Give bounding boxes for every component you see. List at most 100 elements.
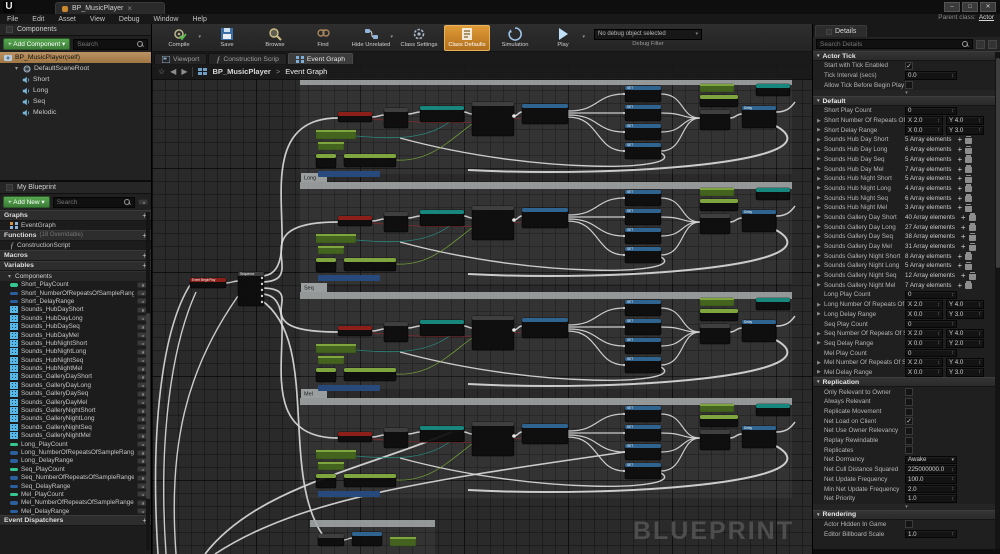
maximize-button[interactable]: □ bbox=[962, 2, 978, 12]
components-search-input[interactable] bbox=[77, 41, 137, 48]
checkbox[interactable] bbox=[905, 388, 913, 396]
compile-button[interactable]: Compile▾ bbox=[156, 25, 202, 51]
tab-event-graph[interactable]: Event Graph bbox=[288, 53, 353, 64]
tab-construction-script[interactable]: ƒ Construction Scrip bbox=[208, 53, 287, 64]
expander-icon[interactable]: ▶ bbox=[817, 195, 822, 201]
forward-arrow-icon[interactable]: ▶ bbox=[181, 67, 187, 76]
number-field[interactable]: 2.0↕ bbox=[905, 485, 957, 494]
variable-row[interactable]: Sounds_HubNightShort bbox=[0, 339, 151, 347]
x-field[interactable]: X 0.0↕ bbox=[905, 368, 943, 377]
spinner-icon[interactable]: ↕ bbox=[951, 486, 954, 492]
expander-icon[interactable]: ▶ bbox=[817, 224, 822, 230]
dropdown-caret-icon[interactable]: ▾ bbox=[198, 34, 201, 40]
spinner-icon[interactable]: ↕ bbox=[951, 467, 954, 473]
breadcrumb-page[interactable]: Event Graph bbox=[285, 67, 327, 76]
add-new-button[interactable]: + Add New ▾ bbox=[3, 196, 50, 208]
checkbox[interactable]: ✓ bbox=[905, 417, 913, 425]
variable-row[interactable]: Mel_PlayCount bbox=[0, 490, 151, 498]
array-clear-icon[interactable] bbox=[965, 204, 972, 212]
y-field[interactable]: Y 2.0↕ bbox=[946, 339, 984, 348]
my-blueprint-scrollbar[interactable] bbox=[146, 212, 150, 550]
variable-row[interactable]: Sounds_HubNightMel bbox=[0, 364, 151, 372]
expander-icon[interactable]: ▶ bbox=[817, 282, 822, 288]
component-melodic[interactable]: Melodic bbox=[0, 107, 151, 118]
array-add-icon[interactable]: + bbox=[961, 213, 966, 222]
checkbox[interactable] bbox=[905, 427, 913, 435]
variable-row[interactable]: Sounds_HubDayShort bbox=[0, 306, 151, 314]
y-field[interactable]: Y 3.0↕ bbox=[946, 310, 984, 319]
variable-row[interactable]: Sounds_GalleryNightShort bbox=[0, 406, 151, 414]
expander-icon[interactable]: ▶ bbox=[817, 176, 822, 182]
array-add-icon[interactable]: + bbox=[961, 271, 966, 280]
spinner-icon[interactable]: ↕ bbox=[937, 118, 940, 124]
spinner-icon[interactable]: ↕ bbox=[951, 350, 954, 356]
spinner-icon[interactable]: ↕ bbox=[978, 302, 981, 308]
menu-window[interactable]: Window bbox=[147, 16, 186, 23]
menu-view[interactable]: View bbox=[83, 16, 112, 23]
component-short[interactable]: Short bbox=[0, 74, 151, 85]
expander-icon[interactable]: ▶ bbox=[817, 214, 822, 220]
array-add-icon[interactable]: + bbox=[961, 242, 966, 251]
spinner-icon[interactable]: ↕ bbox=[937, 302, 940, 308]
macros-section-header[interactable]: Macros+ bbox=[0, 250, 151, 261]
component-bp-musicplayer-self-[interactable]: BP_MusicPlayer(self) bbox=[0, 52, 151, 63]
variables-category-components[interactable]: ▾Components bbox=[0, 271, 151, 281]
expander-icon[interactable]: ▶ bbox=[817, 127, 822, 133]
array-add-icon[interactable]: + bbox=[957, 165, 962, 174]
variable-row[interactable]: Sounds_GalleryDayShort bbox=[0, 373, 151, 381]
view-options-icon[interactable] bbox=[988, 40, 997, 49]
spinner-icon[interactable]: ↕ bbox=[951, 321, 954, 327]
visibility-filter-icon[interactable] bbox=[138, 199, 148, 205]
array-clear-icon[interactable] bbox=[969, 243, 976, 251]
spinner-icon[interactable]: ↕ bbox=[951, 531, 954, 537]
back-arrow-icon[interactable]: ◀ bbox=[170, 67, 176, 76]
array-clear-icon[interactable] bbox=[965, 175, 972, 183]
array-clear-icon[interactable] bbox=[965, 262, 972, 270]
function-item-constructionscript[interactable]: ƒConstructionScript bbox=[0, 241, 151, 251]
variable-row[interactable]: Short_PlayCount bbox=[0, 281, 151, 289]
expander-icon[interactable]: ▶ bbox=[817, 244, 822, 250]
details-section-default[interactable]: ▾Default bbox=[813, 96, 1000, 106]
debug-object-select[interactable]: No debug object selected▾ bbox=[594, 29, 702, 40]
expander-icon[interactable]: ▶ bbox=[817, 263, 822, 269]
spinner-icon[interactable]: ↕ bbox=[951, 73, 954, 79]
menu-help[interactable]: Help bbox=[185, 16, 213, 23]
expander-icon[interactable]: ▾ bbox=[6, 273, 13, 280]
y-field[interactable]: Y 4.0↕ bbox=[946, 329, 984, 338]
dropdown-caret-icon[interactable]: ▾ bbox=[390, 34, 393, 40]
array-add-icon[interactable]: + bbox=[957, 252, 962, 261]
variable-row[interactable]: Seq_PlayCount bbox=[0, 465, 151, 473]
array-add-icon[interactable]: + bbox=[961, 223, 966, 232]
array-clear-icon[interactable] bbox=[965, 165, 972, 173]
array-clear-icon[interactable] bbox=[969, 223, 976, 231]
array-add-icon[interactable]: + bbox=[957, 194, 962, 203]
variable-row[interactable]: Sounds_GalleryDayLong bbox=[0, 381, 151, 389]
expander-icon[interactable]: ▶ bbox=[817, 302, 822, 308]
array-add-icon[interactable]: + bbox=[957, 145, 962, 154]
spinner-icon[interactable]: ↕ bbox=[937, 311, 940, 317]
spinner-icon[interactable]: ↕ bbox=[951, 292, 954, 298]
checkbox[interactable]: ✓ bbox=[905, 62, 913, 70]
number-field[interactable]: 1.0↕ bbox=[905, 530, 957, 539]
checkbox[interactable] bbox=[905, 398, 913, 406]
spinner-icon[interactable]: ↕ bbox=[978, 340, 981, 346]
array-add-icon[interactable]: + bbox=[957, 174, 962, 183]
favorite-star-icon[interactable]: ☆ bbox=[158, 67, 165, 76]
array-clear-icon[interactable] bbox=[969, 213, 976, 221]
array-add-icon[interactable]: + bbox=[957, 281, 962, 290]
number-field[interactable]: 0↕ bbox=[905, 291, 957, 300]
number-field[interactable]: 100.0↕ bbox=[905, 475, 957, 484]
array-add-icon[interactable]: + bbox=[957, 135, 962, 144]
simulation-button[interactable]: Simulation bbox=[492, 25, 538, 51]
variable-row[interactable]: Sounds_GalleryNightLong bbox=[0, 415, 151, 423]
dropdown-caret-icon[interactable]: ▾ bbox=[582, 34, 585, 40]
class-settings-button[interactable]: Class Settings bbox=[396, 25, 442, 51]
variable-row[interactable]: Mel_NumberOfRepeatsOfSampleRange bbox=[0, 499, 151, 507]
expander-icon[interactable]: ▶ bbox=[817, 185, 822, 191]
variables-section-header[interactable]: Variables+ bbox=[0, 261, 151, 272]
checkbox[interactable] bbox=[905, 520, 913, 528]
dropdown-field[interactable]: Awake▾ bbox=[905, 456, 957, 465]
expander-icon[interactable]: ▶ bbox=[817, 147, 822, 153]
x-field[interactable]: X 2.0↕ bbox=[905, 358, 943, 367]
variable-row[interactable]: Seq_DelayRange bbox=[0, 482, 151, 490]
